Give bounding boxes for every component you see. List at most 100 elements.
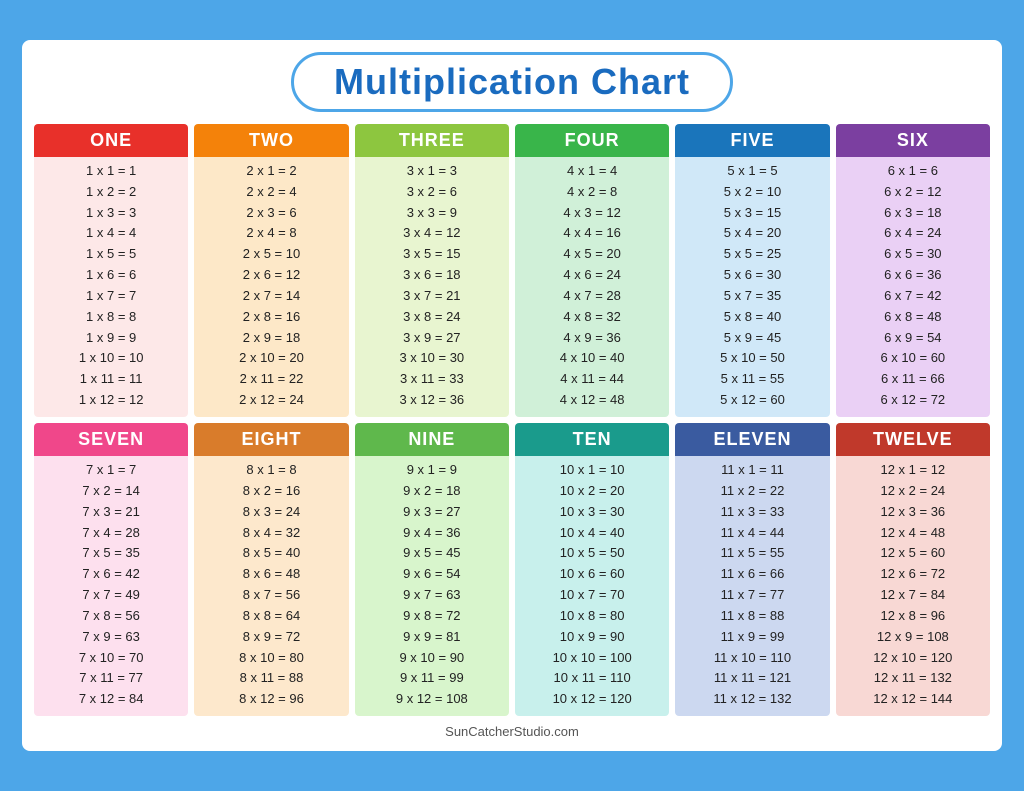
table-row: 10 x 8 = 80 [523,606,661,627]
table-row: 5 x 8 = 40 [683,307,821,328]
table-block-three: THREE3 x 1 = 33 x 2 = 63 x 3 = 93 x 4 = … [355,124,509,417]
table-block-seven: SEVEN7 x 1 = 77 x 2 = 147 x 3 = 217 x 4 … [34,423,188,716]
table-row: 4 x 1 = 4 [523,161,661,182]
table-row: 2 x 11 = 22 [202,369,340,390]
table-row: 4 x 4 = 16 [523,223,661,244]
table-row: 11 x 12 = 132 [683,689,821,710]
table-row: 12 x 10 = 120 [844,648,982,669]
table-block-ten: TEN10 x 1 = 1010 x 2 = 2010 x 3 = 3010 x… [515,423,669,716]
table-row: 11 x 11 = 121 [683,668,821,689]
table-row: 5 x 6 = 30 [683,265,821,286]
table-row: 7 x 11 = 77 [42,668,180,689]
table-row: 9 x 2 = 18 [363,481,501,502]
table-row: 10 x 9 = 90 [523,627,661,648]
table-row: 11 x 4 = 44 [683,523,821,544]
table-row: 6 x 1 = 6 [844,161,982,182]
table-row: 2 x 9 = 18 [202,328,340,349]
table-body-six: 6 x 1 = 66 x 2 = 126 x 3 = 186 x 4 = 246… [836,157,990,417]
title-wrapper: Multiplication Chart [34,52,990,112]
table-row: 11 x 6 = 66 [683,564,821,585]
table-row: 1 x 7 = 7 [42,286,180,307]
table-row: 7 x 6 = 42 [42,564,180,585]
table-block-one: ONE1 x 1 = 11 x 2 = 21 x 3 = 31 x 4 = 41… [34,124,188,417]
table-row: 9 x 7 = 63 [363,585,501,606]
table-body-five: 5 x 1 = 55 x 2 = 105 x 3 = 155 x 4 = 205… [675,157,829,417]
table-row: 5 x 2 = 10 [683,182,821,203]
table-row: 6 x 5 = 30 [844,244,982,265]
table-row: 3 x 4 = 12 [363,223,501,244]
table-row: 9 x 6 = 54 [363,564,501,585]
table-header-eleven: ELEVEN [675,423,829,456]
table-row: 5 x 10 = 50 [683,348,821,369]
table-row: 12 x 1 = 12 [844,460,982,481]
table-header-five: FIVE [675,124,829,157]
table-row: 1 x 6 = 6 [42,265,180,286]
table-row: 6 x 7 = 42 [844,286,982,307]
table-row: 8 x 8 = 64 [202,606,340,627]
table-row: 6 x 12 = 72 [844,390,982,411]
table-row: 4 x 5 = 20 [523,244,661,265]
table-row: 3 x 2 = 6 [363,182,501,203]
title-box: Multiplication Chart [291,52,733,112]
table-row: 10 x 2 = 20 [523,481,661,502]
table-row: 10 x 6 = 60 [523,564,661,585]
table-body-ten: 10 x 1 = 1010 x 2 = 2010 x 3 = 3010 x 4 … [515,456,669,716]
table-body-one: 1 x 1 = 11 x 2 = 21 x 3 = 31 x 4 = 41 x … [34,157,188,417]
table-row: 7 x 9 = 63 [42,627,180,648]
table-row: 4 x 9 = 36 [523,328,661,349]
table-header-three: THREE [355,124,509,157]
table-row: 12 x 5 = 60 [844,543,982,564]
table-row: 5 x 5 = 25 [683,244,821,265]
table-row: 12 x 2 = 24 [844,481,982,502]
table-block-six: SIX6 x 1 = 66 x 2 = 126 x 3 = 186 x 4 = … [836,124,990,417]
table-row: 12 x 4 = 48 [844,523,982,544]
table-row: 6 x 8 = 48 [844,307,982,328]
table-row: 8 x 2 = 16 [202,481,340,502]
table-row: 3 x 8 = 24 [363,307,501,328]
table-body-three: 3 x 1 = 33 x 2 = 63 x 3 = 93 x 4 = 123 x… [355,157,509,417]
table-row: 9 x 1 = 9 [363,460,501,481]
table-row: 12 x 9 = 108 [844,627,982,648]
table-row: 7 x 7 = 49 [42,585,180,606]
table-row: 8 x 11 = 88 [202,668,340,689]
table-body-four: 4 x 1 = 44 x 2 = 84 x 3 = 124 x 4 = 164 … [515,157,669,417]
main-container: Multiplication Chart ONE1 x 1 = 11 x 2 =… [22,40,1002,751]
page-title: Multiplication Chart [334,61,690,102]
multiplication-grid: ONE1 x 1 = 11 x 2 = 21 x 3 = 31 x 4 = 41… [34,124,990,716]
table-row: 4 x 6 = 24 [523,265,661,286]
table-row: 2 x 3 = 6 [202,203,340,224]
table-row: 9 x 8 = 72 [363,606,501,627]
table-row: 7 x 12 = 84 [42,689,180,710]
table-row: 7 x 8 = 56 [42,606,180,627]
table-row: 11 x 1 = 11 [683,460,821,481]
table-row: 9 x 12 = 108 [363,689,501,710]
table-row: 2 x 12 = 24 [202,390,340,411]
table-row: 5 x 4 = 20 [683,223,821,244]
table-row: 2 x 5 = 10 [202,244,340,265]
table-row: 3 x 9 = 27 [363,328,501,349]
table-row: 9 x 10 = 90 [363,648,501,669]
table-row: 7 x 3 = 21 [42,502,180,523]
table-block-two: TWO2 x 1 = 22 x 2 = 42 x 3 = 62 x 4 = 82… [194,124,348,417]
table-body-twelve: 12 x 1 = 1212 x 2 = 2412 x 3 = 3612 x 4 … [836,456,990,716]
table-row: 9 x 5 = 45 [363,543,501,564]
table-row: 9 x 11 = 99 [363,668,501,689]
table-row: 11 x 8 = 88 [683,606,821,627]
table-row: 6 x 10 = 60 [844,348,982,369]
table-row: 6 x 2 = 12 [844,182,982,203]
table-body-seven: 7 x 1 = 77 x 2 = 147 x 3 = 217 x 4 = 287… [34,456,188,716]
table-block-eleven: ELEVEN11 x 1 = 1111 x 2 = 2211 x 3 = 331… [675,423,829,716]
table-row: 11 x 7 = 77 [683,585,821,606]
table-row: 2 x 2 = 4 [202,182,340,203]
table-row: 7 x 10 = 70 [42,648,180,669]
table-row: 2 x 1 = 2 [202,161,340,182]
table-row: 5 x 3 = 15 [683,203,821,224]
table-row: 4 x 8 = 32 [523,307,661,328]
table-row: 5 x 11 = 55 [683,369,821,390]
table-body-two: 2 x 1 = 22 x 2 = 42 x 3 = 62 x 4 = 82 x … [194,157,348,417]
table-row: 3 x 10 = 30 [363,348,501,369]
table-block-nine: NINE9 x 1 = 99 x 2 = 189 x 3 = 279 x 4 =… [355,423,509,716]
table-row: 8 x 7 = 56 [202,585,340,606]
table-block-four: FOUR4 x 1 = 44 x 2 = 84 x 3 = 124 x 4 = … [515,124,669,417]
table-row: 8 x 9 = 72 [202,627,340,648]
